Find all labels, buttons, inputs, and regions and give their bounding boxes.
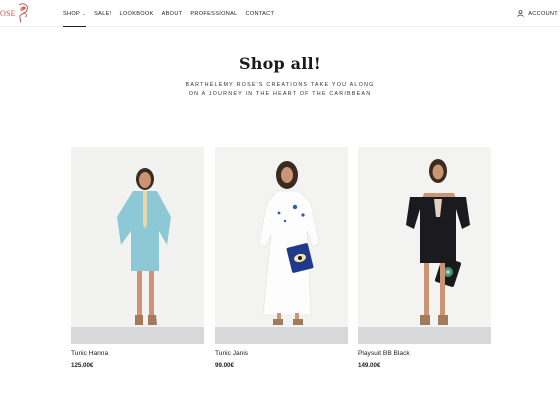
account-link[interactable]: ACCOUNT: [517, 0, 558, 27]
product-name[interactable]: Tunic Janis: [215, 350, 348, 357]
nav-label: SHOP: [63, 10, 81, 17]
rose-logo-icon: [18, 3, 28, 23]
product-price: 99.00€: [215, 362, 234, 369]
product-price: 149.00€: [358, 362, 381, 369]
product-image[interactable]: [358, 147, 491, 344]
account-label: ACCOUNT: [528, 10, 558, 17]
nav-item-contact[interactable]: CONTACT: [246, 0, 275, 27]
product-card[interactable]: Tunic Hanna 125.00€: [71, 147, 204, 369]
product-name[interactable]: Playsuit BB Black: [358, 350, 491, 357]
page-title: Shop all!: [239, 54, 321, 73]
product-price: 125.00€: [71, 362, 94, 369]
nav-item-about[interactable]: ABOUT: [162, 0, 183, 27]
chevron-down-icon: ⌄: [82, 10, 87, 16]
brand-logo[interactable]: OSE: [0, 0, 32, 26]
page-subtitle: BARTHÉLEMY ROSE'S CREATIONS TAKE YOU ALO…: [185, 82, 375, 97]
product-photo-illustration: [71, 147, 204, 344]
nav-label: LOOKBOOK: [119, 10, 154, 17]
product-name[interactable]: Tunic Hanna: [71, 350, 204, 357]
product-card[interactable]: Tunic Janis 99.00€: [215, 147, 348, 369]
product-image[interactable]: [215, 147, 348, 344]
nav-item-shop[interactable]: SHOP ⌄: [63, 0, 87, 27]
product-photo-illustration: [215, 147, 348, 344]
nav-label: CONTACT: [245, 10, 275, 17]
product-image[interactable]: [71, 147, 204, 344]
nav-label: ABOUT: [161, 10, 183, 17]
product-photo-illustration: [358, 147, 491, 344]
nav-label: SALE!: [94, 10, 112, 17]
user-icon: [517, 10, 524, 17]
product-card[interactable]: Playsuit BB Black 149.00€: [358, 147, 491, 369]
nav-label: PROFESSIONAL: [190, 10, 238, 17]
nav-item-lookbook[interactable]: LOOKBOOK: [120, 0, 154, 27]
site-header: OSE SHOP ⌄ SALE! LOOKBOOK ABOUT PROFESSI…: [0, 0, 560, 27]
main-nav: SHOP ⌄ SALE! LOOKBOOK ABOUT PROFESSIONAL…: [63, 0, 282, 27]
nav-item-professional[interactable]: PROFESSIONAL: [190, 0, 237, 27]
nav-item-sale[interactable]: SALE!: [94, 0, 111, 27]
